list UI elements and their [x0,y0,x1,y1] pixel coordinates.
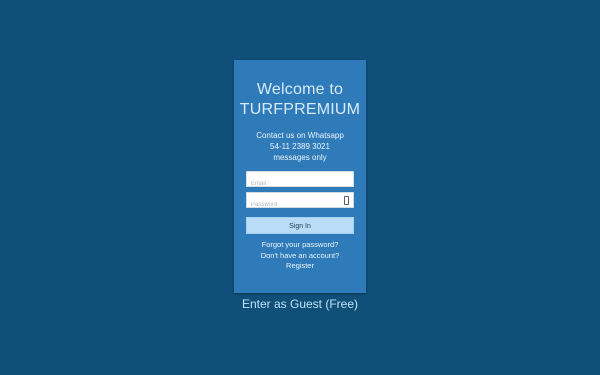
forgot-password-link[interactable]: Forgot your password? [234,240,366,251]
register-link[interactable]: Register [234,261,366,272]
email-field-wrapper [246,171,354,191]
email-input[interactable] [247,177,345,191]
contact-info: Contact us on Whatsapp 54-11 2389 3021 m… [234,130,366,163]
contact-phone: 54-11 2389 3021 [270,142,330,151]
password-field-wrapper [246,192,354,212]
login-card: Welcome to TURFPREMIUM Contact us on Wha… [234,60,366,293]
guest-link[interactable]: Enter as Guest (Free) [0,297,600,311]
account-links: Forgot your password? Don't have an acco… [234,240,366,272]
welcome-title: Welcome to TURFPREMIUM [234,60,366,120]
contact-line-1: Contact us on Whatsapp [256,131,344,140]
contact-line-3: messages only [273,153,327,162]
eye-icon[interactable] [344,196,349,205]
sign-in-button[interactable]: Sign In [246,217,354,234]
no-account-text: Don't have an account? [260,250,340,260]
welcome-line-1: Welcome to [256,81,344,98]
password-input[interactable] [247,198,345,212]
welcome-line-2: TURFPREMIUM [239,101,361,118]
